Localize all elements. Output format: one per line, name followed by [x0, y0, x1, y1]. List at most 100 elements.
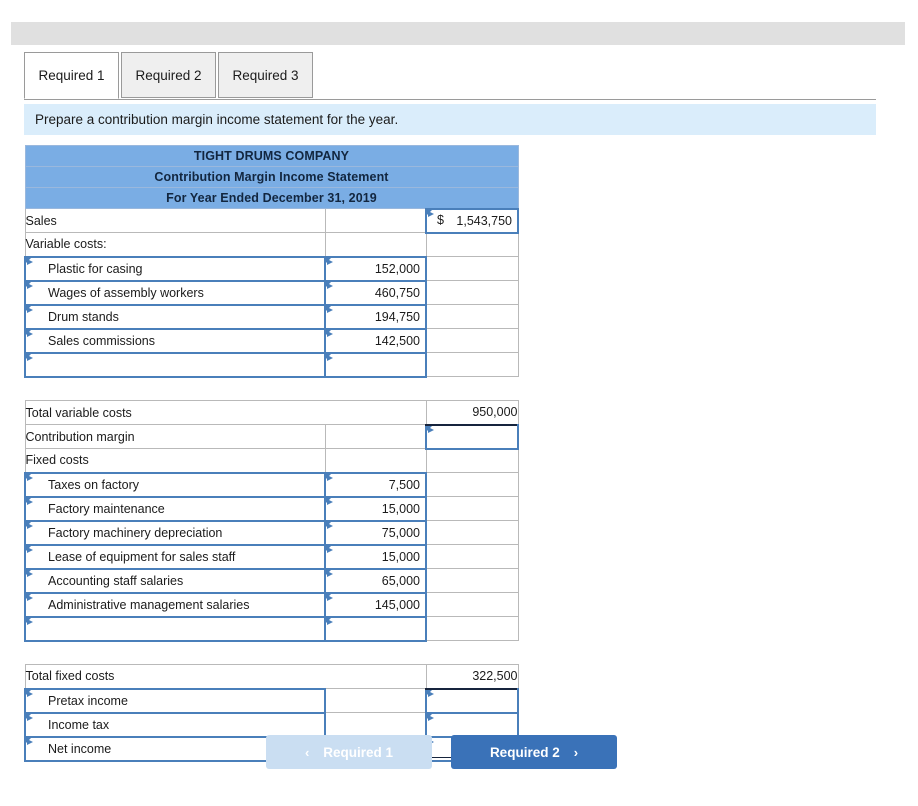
pretax-income-label-value: Pretax income	[26, 691, 324, 711]
income-tax-amount-input[interactable]	[426, 713, 518, 737]
total-variable-costs-label: Total variable costs	[25, 401, 426, 425]
next-required-button[interactable]: Required 2 ›	[451, 735, 617, 769]
fixed-cost-3-amount-input[interactable]: 75,000	[325, 521, 426, 545]
variable-cost-4-label-value: Sales commissions	[26, 331, 324, 351]
variable-cost-3-right-cell	[426, 305, 518, 329]
table-row: Total variable costs 950,000	[25, 401, 518, 425]
spacer-row	[25, 377, 518, 401]
spacer-row	[25, 641, 518, 665]
variable-cost-3-label-input[interactable]: Drum stands	[25, 305, 325, 329]
fixed-cost-3-right-cell	[426, 521, 518, 545]
pretax-income-label-input[interactable]: Pretax income	[25, 689, 325, 713]
table-row: Administrative management salaries 145,0…	[25, 593, 518, 617]
variable-costs-right-cell	[426, 233, 518, 257]
fixed-cost-3-label-value: Factory machinery depreciation	[26, 523, 324, 543]
fixed-cost-7-right-cell	[426, 617, 518, 641]
table-row: Drum stands 194,750	[25, 305, 518, 329]
statement-period-row: For Year Ended December 31, 2019	[25, 188, 518, 209]
fixed-cost-7-amount-input[interactable]	[325, 617, 426, 641]
variable-cost-1-amount-input[interactable]: 152,000	[325, 257, 426, 281]
sales-amount-input[interactable]: $ 1,543,750	[426, 209, 518, 233]
tab-required-3[interactable]: Required 3	[218, 52, 313, 98]
variable-cost-4-amount-input[interactable]: 142,500	[325, 329, 426, 353]
contribution-margin-amount-input[interactable]	[426, 425, 518, 449]
fixed-cost-6-amount-value: 145,000	[326, 595, 425, 615]
variable-cost-4-right-cell	[426, 329, 518, 353]
variable-cost-1-label-input[interactable]: Plastic for casing	[25, 257, 325, 281]
fixed-cost-6-label-input[interactable]: Administrative management salaries	[25, 593, 325, 617]
income-tax-label-input[interactable]: Income tax	[25, 713, 325, 737]
table-row	[25, 353, 518, 377]
variable-cost-3-amount-value: 194,750	[326, 307, 425, 327]
pretax-income-amount-input[interactable]	[426, 689, 518, 713]
variable-cost-5-label-input[interactable]	[25, 353, 325, 377]
variable-cost-1-right-cell	[426, 257, 518, 281]
table-row: Sales $ 1,543,750	[25, 209, 518, 233]
total-fixed-costs-label: Total fixed costs	[25, 665, 426, 689]
total-variable-costs-amount: 950,000	[426, 401, 518, 425]
table-row	[25, 617, 518, 641]
fixed-cost-6-label-value: Administrative management salaries	[26, 595, 324, 615]
spacer-cell	[25, 641, 518, 665]
previous-required-button[interactable]: ‹ Required 1	[266, 735, 432, 769]
variable-cost-2-label-input[interactable]: Wages of assembly workers	[25, 281, 325, 305]
table-row: Pretax income	[25, 689, 518, 713]
table-row: Sales commissions 142,500	[25, 329, 518, 353]
tab-bar: Required 1 Required 2 Required 3	[24, 52, 876, 100]
pretax-income-middle-cell	[325, 689, 426, 713]
table-row: Accounting staff salaries 65,000	[25, 569, 518, 593]
variable-cost-4-label-input[interactable]: Sales commissions	[25, 329, 325, 353]
table-row: Plastic for casing 152,000	[25, 257, 518, 281]
tab-bar-underline	[24, 99, 876, 100]
chevron-right-icon: ›	[574, 746, 578, 759]
next-required-button-label: Required 2	[490, 745, 560, 760]
variable-cost-1-label-value: Plastic for casing	[26, 259, 324, 279]
statement-period: For Year Ended December 31, 2019	[25, 188, 518, 209]
variable-cost-4-amount-value: 142,500	[326, 331, 425, 351]
table-row: Taxes on factory 7,500	[25, 473, 518, 497]
fixed-cost-1-right-cell	[426, 473, 518, 497]
table-row: Factory maintenance 15,000	[25, 497, 518, 521]
fixed-cost-3-label-input[interactable]: Factory machinery depreciation	[25, 521, 325, 545]
fixed-costs-right-cell	[426, 449, 518, 473]
variable-cost-1-amount-value: 152,000	[326, 259, 425, 279]
fixed-cost-1-label-input[interactable]: Taxes on factory	[25, 473, 325, 497]
navigation-bar: ‹ Required 1 Required 2 ›	[24, 735, 876, 769]
fixed-cost-1-amount-input[interactable]: 7,500	[325, 473, 426, 497]
instruction-banner: Prepare a contribution margin income sta…	[24, 104, 876, 135]
variable-cost-2-right-cell	[426, 281, 518, 305]
table-row: Income tax	[25, 713, 518, 737]
table-row: Variable costs:	[25, 233, 518, 257]
contribution-margin-middle-cell	[325, 425, 426, 449]
tab-required-2-label: Required 2	[135, 68, 201, 83]
fixed-cost-5-label-input[interactable]: Accounting staff salaries	[25, 569, 325, 593]
contribution-margin-label: Contribution margin	[25, 425, 325, 449]
total-fixed-costs-amount: 322,500	[426, 665, 518, 689]
variable-cost-3-amount-input[interactable]: 194,750	[325, 305, 426, 329]
fixed-cost-6-amount-input[interactable]: 145,000	[325, 593, 426, 617]
fixed-costs-label: Fixed costs	[25, 449, 325, 473]
table-row: Total fixed costs 322,500	[25, 665, 518, 689]
variable-cost-5-amount-input[interactable]	[325, 353, 426, 377]
chevron-left-icon: ‹	[305, 746, 309, 759]
income-tax-middle-cell	[325, 713, 426, 737]
variable-cost-3-label-value: Drum stands	[26, 307, 324, 327]
variable-costs-label: Variable costs:	[25, 233, 325, 257]
fixed-cost-1-amount-value: 7,500	[326, 475, 425, 495]
variable-cost-2-amount-input[interactable]: 460,750	[325, 281, 426, 305]
spacer-cell	[25, 377, 518, 401]
statement-company-row: TIGHT DRUMS COMPANY	[25, 146, 518, 167]
fixed-cost-4-label-input[interactable]: Lease of equipment for sales staff	[25, 545, 325, 569]
fixed-cost-4-right-cell	[426, 545, 518, 569]
fixed-cost-4-amount-input[interactable]: 15,000	[325, 545, 426, 569]
tab-required-1[interactable]: Required 1	[24, 52, 119, 99]
table-row: Factory machinery depreciation 75,000	[25, 521, 518, 545]
fixed-cost-2-label-input[interactable]: Factory maintenance	[25, 497, 325, 521]
fixed-cost-5-amount-input[interactable]: 65,000	[325, 569, 426, 593]
fixed-cost-2-amount-input[interactable]: 15,000	[325, 497, 426, 521]
fixed-cost-7-label-input[interactable]	[25, 617, 325, 641]
tab-required-2[interactable]: Required 2	[121, 52, 216, 98]
variable-costs-middle-cell	[325, 233, 426, 257]
fixed-cost-3-amount-value: 75,000	[326, 523, 425, 543]
statement-title-row: Contribution Margin Income Statement	[25, 167, 518, 188]
